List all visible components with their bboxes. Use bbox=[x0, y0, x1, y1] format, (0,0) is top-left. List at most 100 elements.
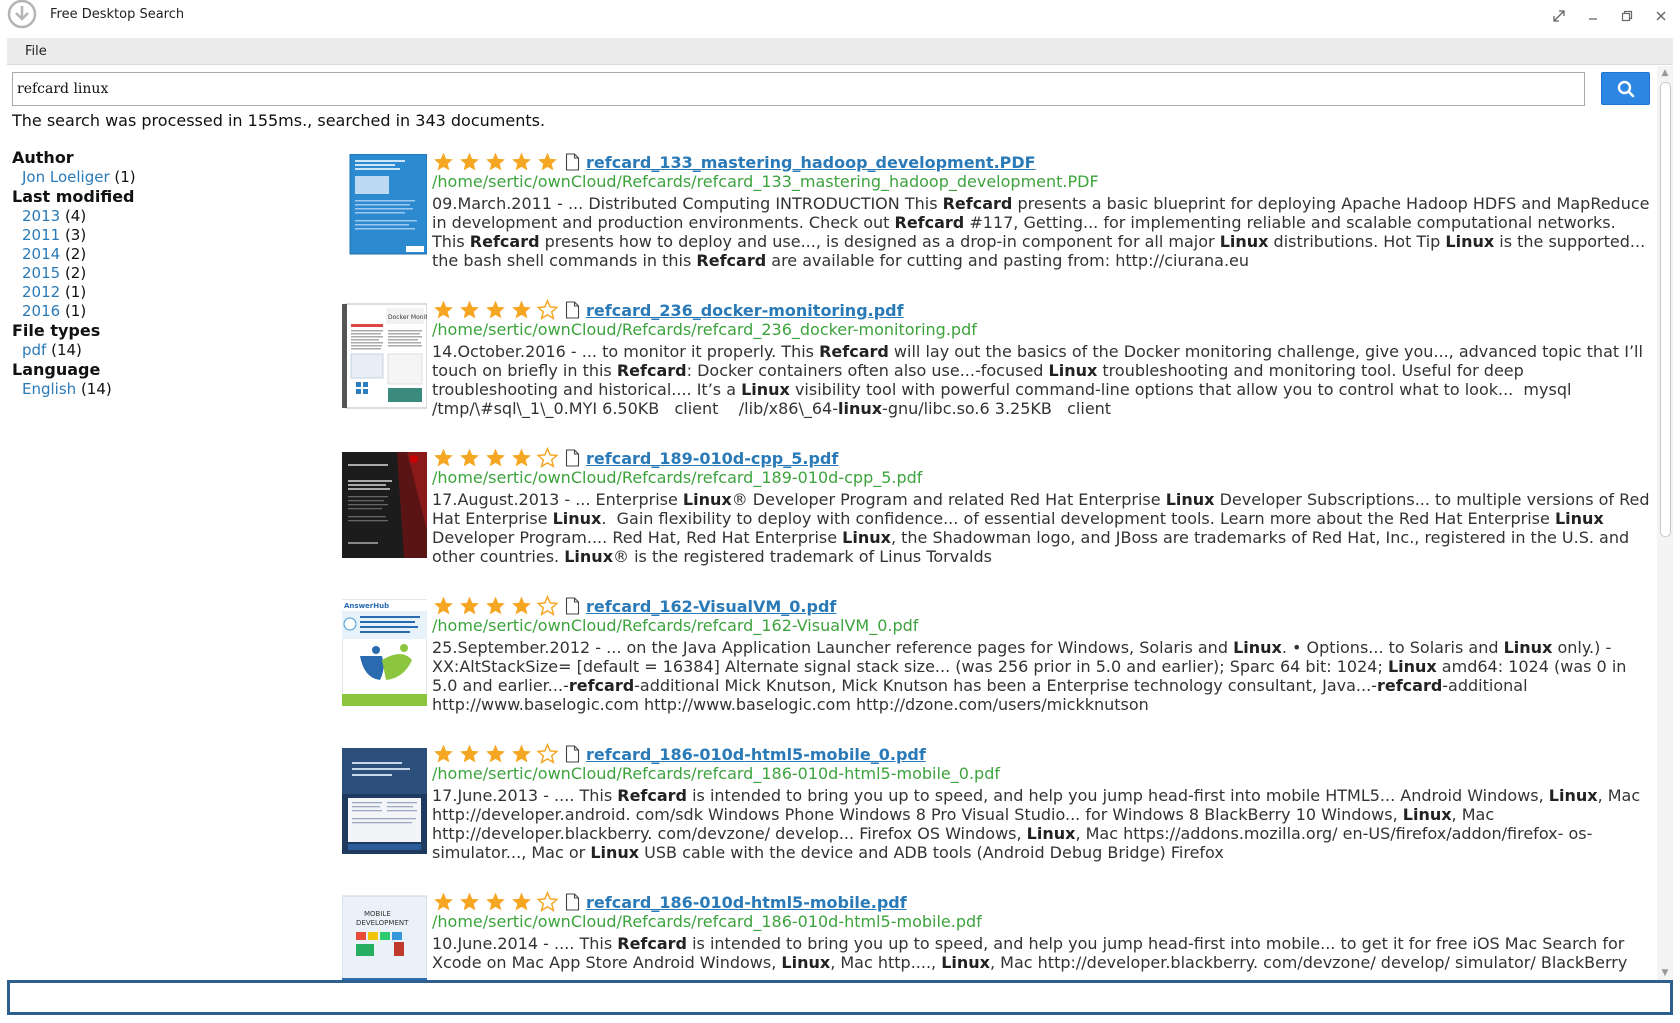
facet-link-2014[interactable]: 2014 bbox=[22, 245, 60, 263]
result-snippet: 25.September.2012 - ... on the Java Appl… bbox=[432, 638, 1632, 714]
scroll-up-arrow-icon[interactable]: ▲ bbox=[1657, 66, 1673, 80]
star-filled-icon[interactable] bbox=[432, 151, 455, 173]
star-empty-icon[interactable] bbox=[536, 743, 559, 765]
result-title-link[interactable]: refcard_236_docker-monitoring.pdf bbox=[586, 301, 904, 320]
fullscreen-button[interactable] bbox=[1548, 6, 1570, 26]
facet-link-english[interactable]: English bbox=[22, 380, 76, 398]
title-bar: Free Desktop Search bbox=[0, 0, 1680, 32]
star-filled-icon[interactable] bbox=[432, 447, 455, 469]
result-body: refcard_236_docker-monitoring.pdf/home/s… bbox=[432, 298, 1652, 418]
result-thumbnail[interactable] bbox=[342, 154, 427, 262]
result-thumbnail[interactable]: MOBILE DEVELOPMENT bbox=[342, 894, 427, 980]
result-header: refcard_186-010d-html5-mobile_0.pdf bbox=[432, 742, 1652, 766]
star-filled-icon[interactable] bbox=[484, 595, 507, 617]
star-filled-icon[interactable] bbox=[458, 891, 481, 913]
star-empty-icon[interactable] bbox=[536, 891, 559, 913]
bottom-status-bar bbox=[7, 980, 1673, 1015]
result-item: MOBILE DEVELOPMENT refcard_186-010d-html5… bbox=[342, 890, 1652, 980]
star-filled-icon[interactable] bbox=[510, 151, 533, 173]
star-filled-icon[interactable] bbox=[510, 595, 533, 617]
result-title-link[interactable]: refcard_186-010d-html5-mobile.pdf bbox=[586, 893, 907, 912]
result-title-link[interactable]: refcard_162-VisualVM_0.pdf bbox=[586, 597, 836, 616]
star-filled-icon[interactable] bbox=[458, 151, 481, 173]
result-item: refcard_186-010d-html5-mobile_0.pdf/home… bbox=[342, 742, 1652, 890]
star-filled-icon[interactable] bbox=[484, 151, 507, 173]
results-scrollbar[interactable]: ▲ ▼ bbox=[1657, 66, 1673, 980]
result-body: refcard_186-010d-html5-mobile_0.pdf/home… bbox=[432, 742, 1652, 862]
star-filled-icon[interactable] bbox=[432, 891, 455, 913]
scrollbar-thumb[interactable] bbox=[1660, 82, 1671, 537]
star-filled-icon[interactable] bbox=[432, 299, 455, 321]
star-empty-icon[interactable] bbox=[536, 447, 559, 469]
result-title-link[interactable]: refcard_133_mastering_hadoop_development… bbox=[586, 153, 1036, 172]
scroll-down-arrow-icon[interactable]: ▼ bbox=[1657, 966, 1673, 980]
result-path: /home/sertic/ownCloud/Refcards/refcard_1… bbox=[432, 912, 982, 931]
facet-item: 2012 (1) bbox=[12, 283, 312, 302]
facet-count: (1) bbox=[60, 302, 87, 320]
menu-file[interactable]: File bbox=[25, 44, 47, 59]
result-thumbnail[interactable]: AnswerHub bbox=[342, 598, 427, 706]
facet-item: Jon Loeliger (1) bbox=[12, 168, 312, 187]
star-filled-icon[interactable] bbox=[432, 743, 455, 765]
facet-item: 2011 (3) bbox=[12, 226, 312, 245]
result-title-link[interactable]: refcard_189-010d-cpp_5.pdf bbox=[586, 449, 838, 468]
facet-item: 2013 (4) bbox=[12, 207, 312, 226]
facet-link-2016[interactable]: 2016 bbox=[22, 302, 60, 320]
result-thumbnail[interactable] bbox=[342, 746, 427, 854]
star-filled-icon[interactable] bbox=[484, 891, 507, 913]
result-snippet: 10.June.2014 - .... This Refcard is inte… bbox=[432, 934, 1630, 972]
star-filled-icon[interactable] bbox=[484, 743, 507, 765]
result-body: refcard_162-VisualVM_0.pdf/home/sertic/o… bbox=[432, 594, 1652, 714]
result-body: refcard_186-010d-html5-mobile.pdf/home/s… bbox=[432, 890, 1652, 972]
svg-text:AnswerHub: AnswerHub bbox=[344, 602, 389, 610]
result-thumbnail[interactable]: Docker Monitoring bbox=[342, 302, 427, 410]
restore-button[interactable] bbox=[1616, 6, 1638, 26]
star-filled-icon[interactable] bbox=[510, 743, 533, 765]
result-thumbnail[interactable] bbox=[342, 450, 427, 558]
document-icon bbox=[565, 449, 580, 467]
star-filled-icon[interactable] bbox=[458, 743, 481, 765]
close-button[interactable] bbox=[1650, 6, 1672, 26]
star-filled-icon[interactable] bbox=[484, 447, 507, 469]
star-filled-icon[interactable] bbox=[458, 299, 481, 321]
result-item: Docker Monitoring refcard_236_docker-mon… bbox=[342, 298, 1652, 446]
result-header: refcard_162-VisualVM_0.pdf bbox=[432, 594, 1652, 618]
result-title-link[interactable]: refcard_186-010d-html5-mobile_0.pdf bbox=[586, 745, 926, 764]
facet-count: (3) bbox=[60, 226, 87, 244]
search-button[interactable] bbox=[1601, 72, 1650, 105]
facet-title-language: Language bbox=[12, 360, 101, 379]
facet-link-2012[interactable]: 2012 bbox=[22, 283, 60, 301]
facet-link-2015[interactable]: 2015 bbox=[22, 264, 60, 282]
minimize-button[interactable] bbox=[1582, 6, 1604, 26]
document-icon bbox=[565, 301, 580, 319]
star-filled-icon[interactable] bbox=[432, 595, 455, 617]
facet-link-2013[interactable]: 2013 bbox=[22, 207, 60, 225]
search-input[interactable] bbox=[12, 72, 1585, 106]
star-filled-icon[interactable] bbox=[458, 595, 481, 617]
facet-link-pdf[interactable]: pdf bbox=[22, 341, 46, 359]
facet-item: English (14) bbox=[12, 380, 312, 399]
facet-count: (2) bbox=[60, 245, 87, 263]
star-filled-icon[interactable] bbox=[510, 299, 533, 321]
star-filled-icon[interactable] bbox=[484, 299, 507, 321]
facet-title-file-types: File types bbox=[12, 321, 101, 340]
star-filled-icon[interactable] bbox=[510, 891, 533, 913]
restore-icon bbox=[1621, 10, 1633, 22]
star-filled-icon[interactable] bbox=[536, 151, 559, 173]
facet-count: (14) bbox=[76, 380, 112, 398]
star-empty-icon[interactable] bbox=[536, 595, 559, 617]
result-path: /home/sertic/ownCloud/Refcards/refcard_1… bbox=[432, 468, 923, 487]
rating-stars bbox=[432, 447, 559, 469]
star-empty-icon[interactable] bbox=[536, 299, 559, 321]
star-filled-icon[interactable] bbox=[510, 447, 533, 469]
rating-stars bbox=[432, 151, 559, 173]
facet-link-2011[interactable]: 2011 bbox=[22, 226, 60, 244]
results-list: refcard_133_mastering_hadoop_development… bbox=[342, 150, 1652, 980]
facet-count: (14) bbox=[46, 341, 82, 359]
star-filled-icon[interactable] bbox=[458, 447, 481, 469]
expand-icon bbox=[1553, 10, 1565, 22]
search-status: The search was processed in 155ms., sear… bbox=[12, 111, 546, 130]
facet-count: (4) bbox=[60, 207, 87, 225]
facet-count: (1) bbox=[109, 168, 136, 186]
facet-link-jon-loeliger[interactable]: Jon Loeliger bbox=[22, 168, 110, 186]
